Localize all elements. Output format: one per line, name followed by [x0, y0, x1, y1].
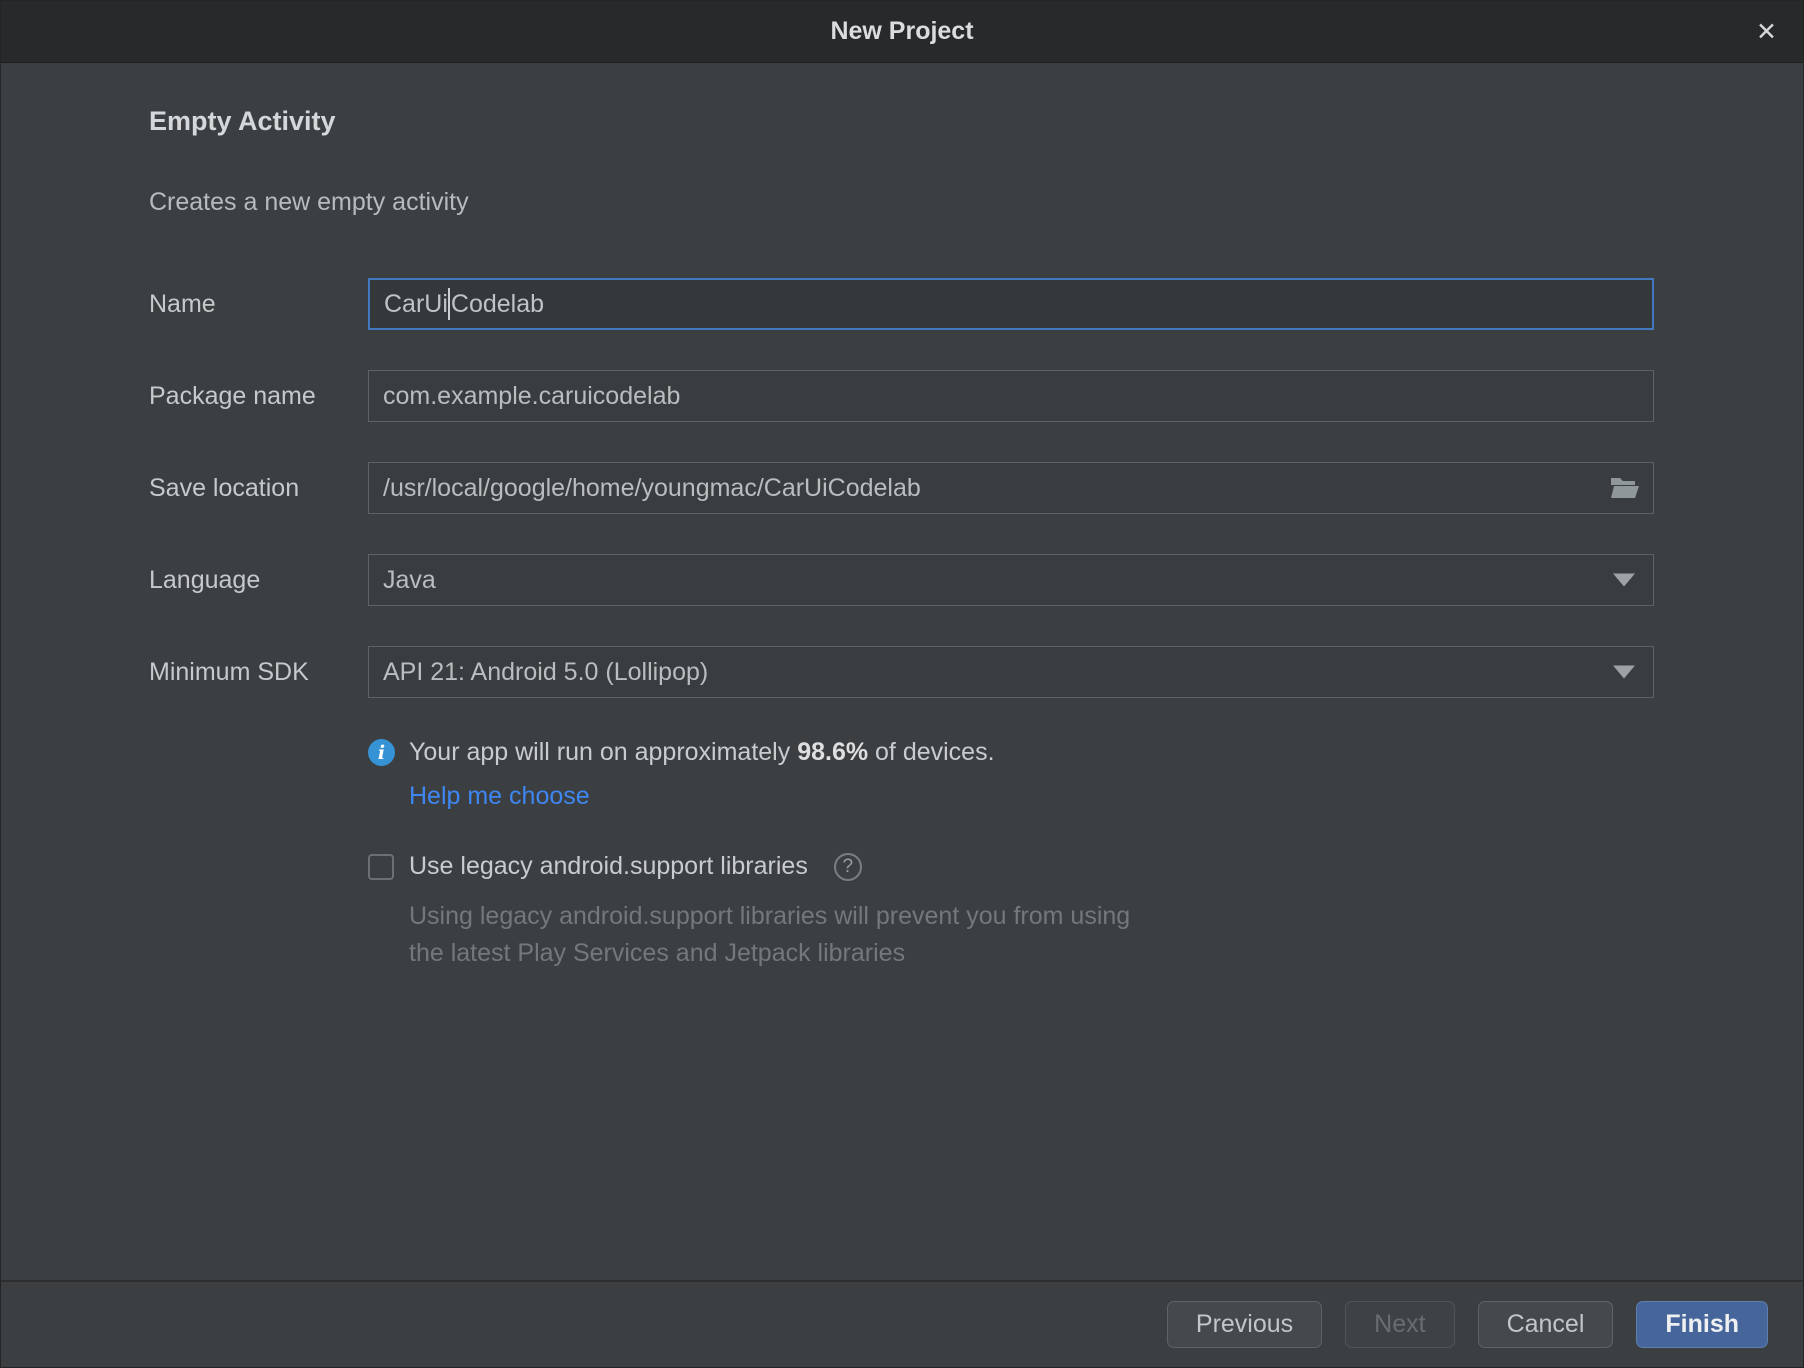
language-label: Language — [149, 566, 368, 595]
chevron-down-icon[interactable] — [1613, 574, 1635, 587]
name-value-before-caret: CarUi — [384, 290, 448, 319]
legacy-libraries-section: Use legacy android.support libraries ? U… — [368, 852, 1130, 972]
close-icon[interactable]: ✕ — [1756, 1, 1777, 62]
minimum-sdk-select[interactable]: API 21: Android 5.0 (Lollipop) — [368, 646, 1654, 698]
page-subtitle: Creates a new empty activity — [149, 188, 469, 217]
sdk-coverage-percent: 98.6% — [797, 738, 868, 766]
cancel-button[interactable]: Cancel — [1478, 1301, 1614, 1348]
info-icon: i — [368, 739, 395, 766]
legacy-libraries-checkbox[interactable] — [368, 854, 394, 880]
name-value-after-caret: Codelab — [451, 290, 544, 319]
name-label: Name — [149, 290, 368, 319]
dialog-footer: Previous Next Cancel Finish — [1, 1280, 1803, 1367]
previous-button[interactable]: Previous — [1167, 1301, 1322, 1348]
legacy-libraries-description: Using legacy android.support libraries w… — [409, 898, 1130, 972]
save-location-control — [368, 462, 1654, 514]
chevron-down-icon[interactable] — [1613, 666, 1635, 679]
sdk-coverage-message: i Your app will run on approximately 98.… — [368, 738, 995, 767]
save-location-input[interactable] — [368, 462, 1654, 514]
name-input[interactable]: CarUiCodelab — [368, 278, 1654, 330]
legacy-description-line: Using legacy android.support libraries w… — [409, 898, 1130, 935]
save-location-row: Save location — [149, 462, 1654, 514]
legacy-checkbox-row: Use legacy android.support libraries ? — [368, 852, 1130, 881]
name-control: CarUiCodelab — [368, 278, 1654, 330]
minimum-sdk-selected-value: API 21: Android 5.0 (Lollipop) — [383, 658, 708, 687]
minimum-sdk-control: API 21: Android 5.0 (Lollipop) — [368, 646, 1654, 698]
minimum-sdk-row: Minimum SDK API 21: Android 5.0 (Lollipo… — [149, 646, 1654, 698]
sdk-coverage-info: i Your app will run on approximately 98.… — [368, 738, 995, 811]
dialog-content: Empty Activity Creates a new empty activ… — [1, 64, 1803, 1280]
language-control: Java — [368, 554, 1654, 606]
dialog-title: New Project — [1, 1, 1803, 62]
dialog-titlebar: New Project ✕ — [1, 1, 1803, 63]
language-row: Language Java — [149, 554, 1654, 606]
language-select[interactable]: Java — [368, 554, 1654, 606]
page-title: Empty Activity — [149, 106, 336, 137]
save-location-label: Save location — [149, 474, 368, 503]
project-form: Name CarUiCodelab Package name Save loca… — [149, 278, 1654, 738]
name-row: Name CarUiCodelab — [149, 278, 1654, 330]
package-name-input[interactable] — [368, 370, 1654, 422]
package-name-label: Package name — [149, 382, 368, 411]
next-button: Next — [1345, 1301, 1454, 1348]
folder-open-icon[interactable] — [1609, 472, 1641, 504]
package-name-control — [368, 370, 1654, 422]
help-icon[interactable]: ? — [834, 853, 862, 881]
finish-button[interactable]: Finish — [1636, 1301, 1768, 1348]
legacy-libraries-label: Use legacy android.support libraries — [409, 852, 808, 881]
new-project-dialog: New Project ✕ Empty Activity Creates a n… — [0, 0, 1804, 1368]
text-caret — [448, 288, 450, 320]
sdk-coverage-text: Your app will run on approximately 98.6%… — [409, 738, 995, 767]
help-me-choose-link[interactable]: Help me choose — [409, 782, 995, 811]
legacy-description-line: the latest Play Services and Jetpack lib… — [409, 935, 1130, 972]
minimum-sdk-label: Minimum SDK — [149, 658, 368, 687]
package-name-row: Package name — [149, 370, 1654, 422]
language-selected-value: Java — [383, 566, 436, 595]
